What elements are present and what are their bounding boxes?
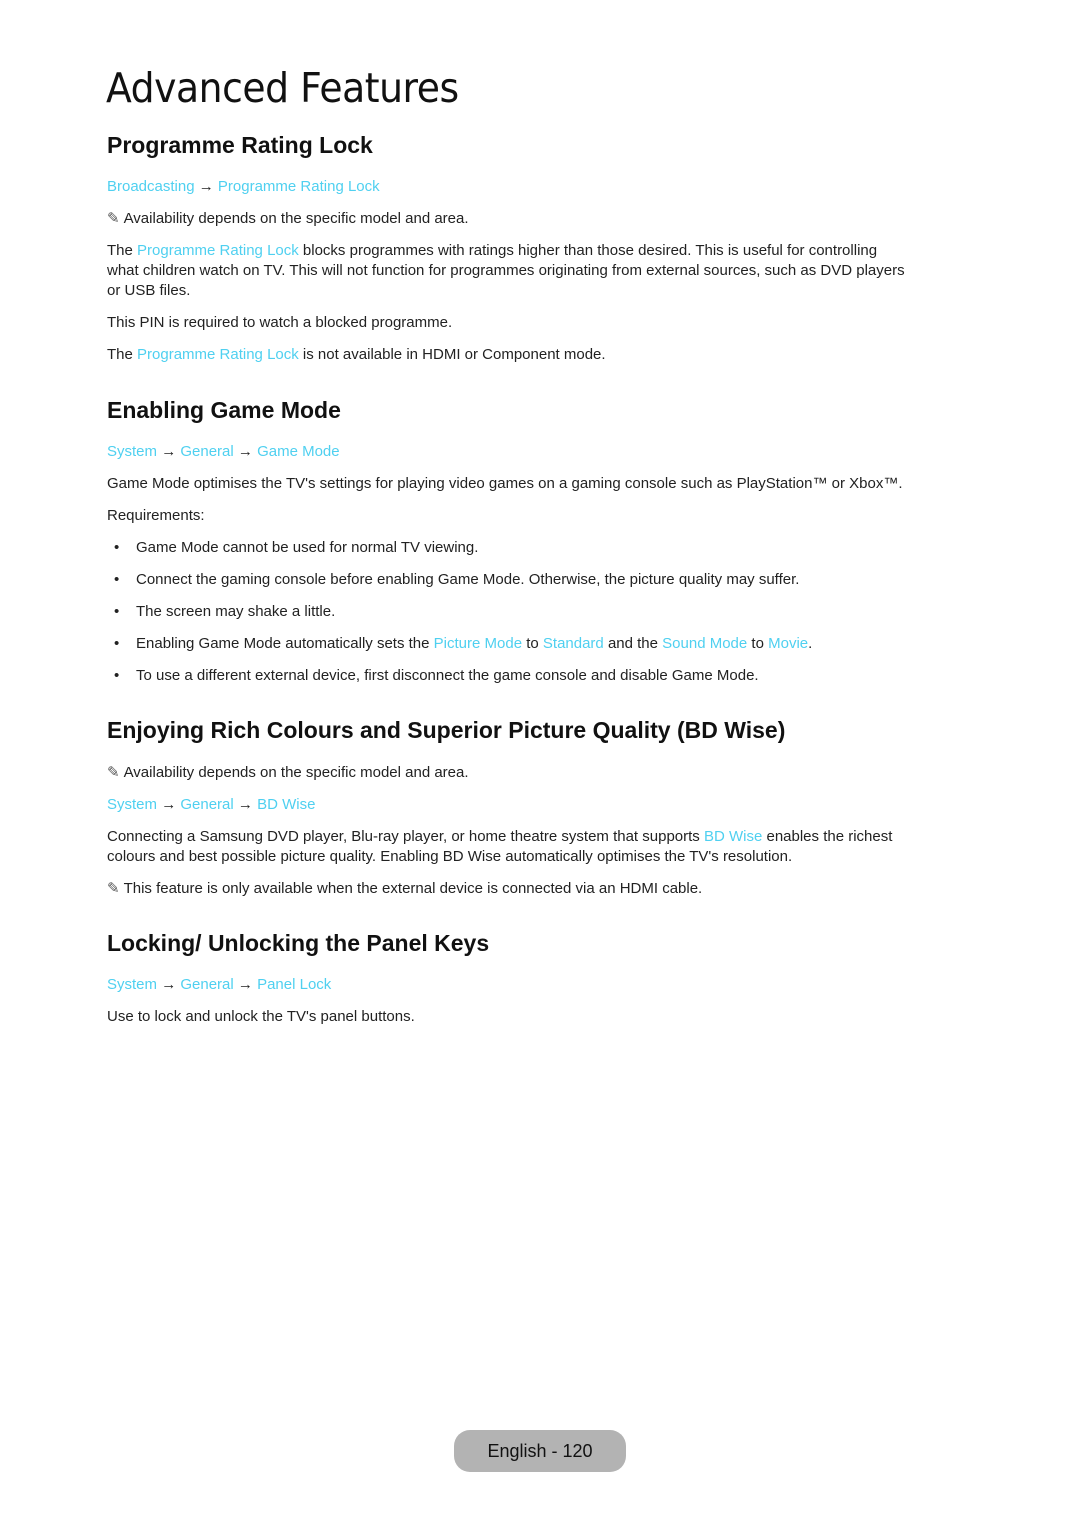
note-text: Availability depends on the specific mod… xyxy=(123,210,469,227)
menu-path: System → General → Game Mode xyxy=(107,442,340,462)
bullet-icon: • xyxy=(114,539,120,556)
note-text: Availability depends on the specific mod… xyxy=(123,764,469,781)
note: ✎ This feature is only available when the… xyxy=(107,879,702,899)
page-number-label: English - 120 xyxy=(487,1440,593,1461)
arrow-icon: → xyxy=(161,796,177,813)
text: . xyxy=(808,635,813,652)
text: colours and best possible picture qualit… xyxy=(107,848,793,865)
list-item: • Connect the gaming console before enabl… xyxy=(107,570,799,590)
path-link-game-mode[interactable]: Game Mode xyxy=(257,443,340,460)
path-link-general[interactable]: General xyxy=(180,443,233,460)
path-link-general[interactable]: General xyxy=(180,976,233,993)
path-link-bd-wise[interactable]: BD Wise xyxy=(257,796,315,813)
path-link-general[interactable]: General xyxy=(180,796,233,813)
text: and the xyxy=(603,635,663,652)
bullet-icon: • xyxy=(114,635,120,652)
note: ✎ Availability depends on the specific mo… xyxy=(107,763,469,783)
list-item: • Game Mode cannot be used for normal TV … xyxy=(107,538,478,558)
path-link-broadcasting[interactable]: Broadcasting xyxy=(107,178,195,195)
requirements-label: Requirements: xyxy=(107,507,205,524)
note-pencil-icon: ✎ xyxy=(107,764,120,781)
link-standard[interactable]: Standard xyxy=(543,635,604,652)
section-heading-bd-wise: Enjoying Rich Colours and Superior Pictu… xyxy=(107,717,786,743)
paragraph: Game Mode optimises the TV's settings fo… xyxy=(107,475,903,492)
menu-path: System → General → BD Wise xyxy=(107,795,315,815)
text: The xyxy=(107,346,138,363)
section-heading-programme-rating-lock: Programme Rating Lock xyxy=(107,132,373,158)
paragraph: The Programme Rating Lock is not availab… xyxy=(107,345,606,365)
page-title: Advanced Features xyxy=(106,64,459,112)
text: enables the richest xyxy=(762,828,893,845)
path-link-system[interactable]: System xyxy=(107,976,157,993)
text: blocks programmes with ratings higher th… xyxy=(298,242,878,259)
list-item: • Enabling Game Mode automatically sets t… xyxy=(107,634,812,654)
link-programme-rating-lock[interactable]: Programme Rating Lock xyxy=(137,346,299,363)
text: The xyxy=(107,242,138,259)
link-sound-mode[interactable]: Sound Mode xyxy=(662,635,747,652)
text: what children watch on TV. This will not… xyxy=(107,262,905,279)
note-pencil-icon: ✎ xyxy=(107,880,120,897)
text: Enabling Game Mode automatically sets th… xyxy=(136,635,434,652)
paragraph: Use to lock and unlock the TV's panel bu… xyxy=(107,1008,415,1025)
arrow-icon: → xyxy=(198,178,214,195)
text: Connecting a Samsung DVD player, Blu-ray… xyxy=(107,828,704,845)
arrow-icon: → xyxy=(237,796,253,813)
path-link-panel-lock[interactable]: Panel Lock xyxy=(257,976,331,993)
section-heading-enabling-game-mode: Enabling Game Mode xyxy=(107,397,341,423)
path-link-system[interactable]: System xyxy=(107,796,157,813)
text: to xyxy=(522,635,543,652)
list-item: • The screen may shake a little. xyxy=(107,602,335,622)
link-movie[interactable]: Movie xyxy=(768,635,808,652)
list-item-text: Connect the gaming console before enabli… xyxy=(136,571,800,588)
text: to xyxy=(747,635,769,652)
list-item-text: The screen may shake a little. xyxy=(136,603,336,620)
bullet-icon: • xyxy=(114,571,120,588)
note-text: This feature is only available when the … xyxy=(123,880,703,897)
bullet-icon: • xyxy=(114,603,120,620)
note-pencil-icon: ✎ xyxy=(107,210,120,227)
arrow-icon: → xyxy=(237,443,253,460)
link-programme-rating-lock[interactable]: Programme Rating Lock xyxy=(137,242,299,259)
paragraph: The Programme Rating Lock blocks program… xyxy=(107,241,977,301)
list-item: • To use a different external device, fir… xyxy=(107,666,759,686)
text: or USB files. xyxy=(107,282,191,299)
text: is not available in HDMI or Component mo… xyxy=(298,346,606,363)
menu-path: System → General → Panel Lock xyxy=(107,975,331,995)
link-bd-wise[interactable]: BD Wise xyxy=(704,828,762,845)
section-heading-panel-keys: Locking/ Unlocking the Panel Keys xyxy=(107,930,490,956)
path-link-system[interactable]: System xyxy=(107,443,157,460)
bullet-icon: • xyxy=(114,667,120,684)
link-picture-mode[interactable]: Picture Mode xyxy=(434,635,522,652)
arrow-icon: → xyxy=(161,443,177,460)
arrow-icon: → xyxy=(161,976,177,993)
note: ✎ Availability depends on the specific mo… xyxy=(107,209,469,229)
list-item-text: Game Mode cannot be used for normal TV v… xyxy=(136,539,479,556)
arrow-icon: → xyxy=(237,976,253,993)
paragraph: This PIN is required to watch a blocked … xyxy=(107,314,453,331)
menu-path: Broadcasting → Programme Rating Lock xyxy=(107,177,380,197)
list-item-text: To use a different external device, firs… xyxy=(136,667,759,684)
paragraph: Connecting a Samsung DVD player, Blu-ray… xyxy=(107,827,977,867)
path-link-programme-rating-lock[interactable]: Programme Rating Lock xyxy=(218,178,380,195)
page-number-badge: English - 120 xyxy=(454,1430,626,1472)
